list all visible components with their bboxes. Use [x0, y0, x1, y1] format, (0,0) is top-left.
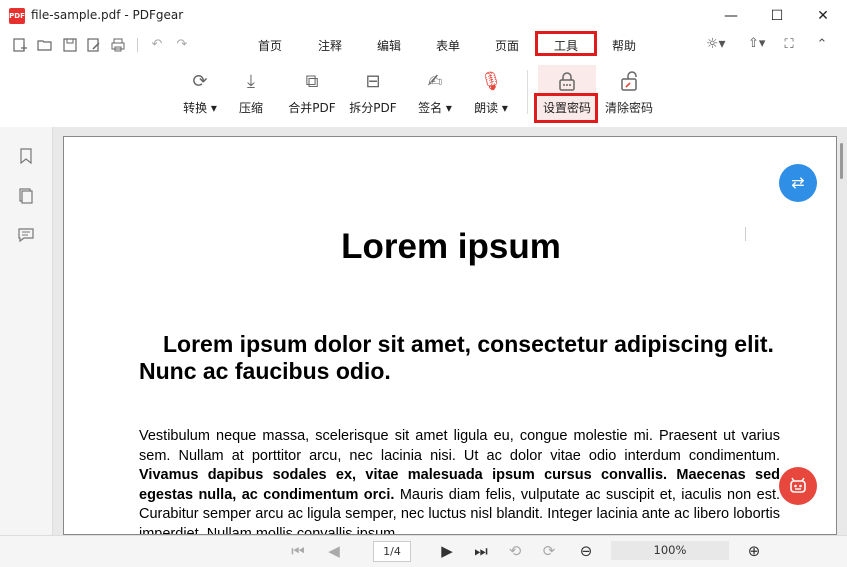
open-folder-icon[interactable]: [37, 37, 53, 53]
comments-icon[interactable]: [17, 227, 35, 245]
tab-form[interactable]: 表单: [430, 37, 466, 53]
read-aloud-icon: 🎙: [479, 71, 503, 92]
last-page-icon[interactable]: ⏭: [471, 541, 491, 561]
remove-password-button[interactable]: 清除密码: [599, 68, 659, 120]
paragraph-text-1: Vestibulum neque massa, scelerisque sit …: [139, 428, 780, 464]
compress-button[interactable]: ⤓ 压缩: [221, 68, 281, 120]
ribbon-divider: [527, 70, 528, 114]
save-icon[interactable]: [62, 37, 78, 53]
ai-assistant-icon[interactable]: [779, 467, 817, 505]
compress-label: 压缩: [238, 101, 263, 115]
app-logo: PDF: [9, 8, 25, 24]
toolbar-divider: [137, 38, 138, 52]
pdf-page: Lorem ipsum Lorem ipsum dolor sit amet, …: [63, 136, 837, 535]
document-subtitle: Lorem ipsum dolor sit amet, consectetur …: [139, 331, 774, 384]
bookmark-icon[interactable]: [17, 148, 35, 166]
rotate-left-icon[interactable]: ⟲: [505, 541, 525, 561]
signature-button[interactable]: ✍ 签名 ▾: [405, 68, 465, 120]
page-number-input[interactable]: 1/4: [373, 541, 411, 562]
zoom-level-field[interactable]: 100%: [611, 541, 729, 560]
unlock-icon: [617, 70, 641, 94]
merge-pdf-button[interactable]: ⧉ 合并PDF: [282, 68, 342, 120]
save-as-icon[interactable]: [86, 37, 102, 53]
tab-home[interactable]: 首页: [252, 37, 288, 53]
document-title: Lorem ipsum: [341, 227, 561, 266]
merge-pdf-icon: ⧉: [305, 71, 319, 92]
tab-edit[interactable]: 编辑: [371, 37, 407, 53]
share-icon[interactable]: ⇧▾: [748, 36, 765, 52]
first-page-icon[interactable]: ⏮: [288, 541, 308, 561]
print-icon[interactable]: [110, 37, 126, 53]
next-page-icon[interactable]: ▶: [437, 541, 457, 561]
set-password-highlight: [534, 93, 598, 123]
tab-tools[interactable]: 工具: [548, 37, 584, 53]
split-pdf-icon: ⊟: [365, 71, 381, 92]
split-pdf-button[interactable]: ⊟ 拆分PDF: [343, 68, 403, 120]
zoom-out-icon[interactable]: ⊖: [576, 541, 596, 561]
lock-icon: [555, 70, 579, 94]
redo-icon[interactable]: ↷: [174, 37, 190, 53]
undo-icon[interactable]: ↶: [149, 37, 165, 53]
collapse-ribbon-icon[interactable]: ⌃: [814, 37, 830, 53]
convert-icon: ⟳: [192, 71, 208, 92]
signature-label: 签名 ▾: [418, 101, 452, 115]
read-aloud-button[interactable]: 🎙 朗读 ▾: [461, 68, 521, 120]
document-paragraph: Vestibulum neque massa, scelerisque sit …: [139, 427, 780, 534]
new-file-icon[interactable]: [12, 37, 28, 53]
window-title: file-sample.pdf - PDFgear: [31, 8, 184, 22]
rotate-right-icon[interactable]: ⟳: [539, 541, 559, 561]
compress-icon: ⤓: [247, 71, 255, 92]
close-button[interactable]: ✕: [800, 0, 846, 32]
merge-pdf-label: 合并PDF: [288, 101, 336, 115]
tab-annotate[interactable]: 注释: [312, 37, 348, 53]
tab-page[interactable]: 页面: [489, 37, 525, 53]
page-marker: [745, 227, 746, 241]
split-pdf-label: 拆分PDF: [349, 101, 397, 115]
remove-password-label: 清除密码: [604, 101, 653, 115]
tab-help[interactable]: 帮助: [606, 37, 642, 53]
theme-icon[interactable]: ☼▾: [706, 36, 726, 52]
previous-page-icon[interactable]: ◀: [324, 541, 344, 561]
minimize-button[interactable]: —: [708, 0, 754, 32]
fullscreen-icon[interactable]: ⛶: [781, 37, 797, 53]
vertical-scrollbar[interactable]: [840, 143, 843, 179]
zoom-in-icon[interactable]: ⊕: [744, 541, 764, 561]
pdf-to-word-icon[interactable]: ⇄: [779, 164, 817, 202]
read-aloud-label: 朗读 ▾: [474, 101, 508, 115]
maximize-button[interactable]: ☐: [754, 0, 800, 32]
thumbnails-icon[interactable]: [17, 188, 35, 206]
signature-icon: ✍: [427, 71, 443, 92]
